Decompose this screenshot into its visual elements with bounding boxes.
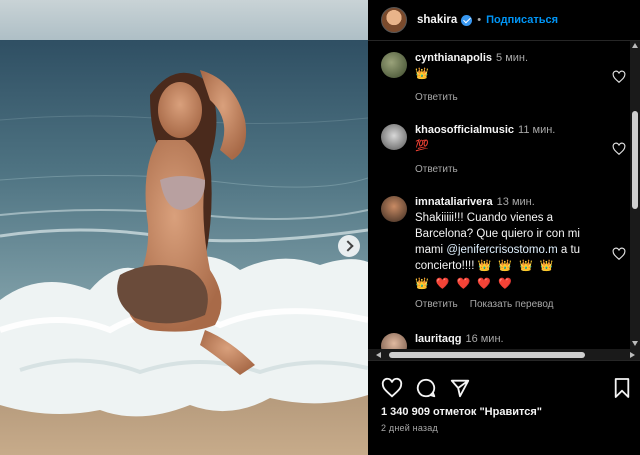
comment-icon[interactable]: [415, 377, 437, 399]
mention-link[interactable]: @jenifercrisostomo.m: [446, 244, 557, 256]
post-photo[interactable]: [0, 0, 368, 455]
post-header: shakira • Подписаться: [368, 0, 640, 41]
comment-like-heart-icon[interactable]: [612, 142, 626, 156]
comments-horizontal-scrollbar[interactable]: [368, 349, 640, 360]
carousel-next-button[interactable]: [338, 235, 360, 257]
commenter-avatar[interactable]: [381, 196, 407, 222]
comment-emoji-line: 👑 ❤️ ❤️ ❤️ ❤️: [415, 278, 514, 290]
comment-username[interactable]: lauritaqg: [415, 333, 461, 345]
beach-photo-image: [0, 0, 368, 455]
comments-vertical-scrollbar[interactable]: [630, 41, 640, 360]
heart-icon[interactable]: [381, 377, 403, 399]
scroll-right-arrow-icon[interactable]: [630, 352, 635, 358]
show-translation-button[interactable]: Показать перевод: [470, 299, 554, 310]
commenter-avatar[interactable]: [381, 52, 407, 78]
scrollbar-thumb[interactable]: [632, 111, 638, 209]
comment-username[interactable]: khaosofficialmusic: [415, 124, 514, 136]
reply-button[interactable]: Ответить: [415, 299, 458, 310]
reply-button[interactable]: Ответить: [415, 92, 458, 103]
post-footer: 1 340 909 отметок "Нравится" 2 дней наза…: [368, 360, 640, 455]
scrollbar-thumb[interactable]: [389, 352, 585, 358]
comment-time: 16 мин.: [465, 333, 504, 345]
commenter-avatar[interactable]: [381, 124, 407, 150]
author-username[interactable]: shakira: [417, 14, 457, 26]
comment-emoji: 👑 👑 👑 👑: [477, 260, 556, 272]
send-icon[interactable]: [449, 377, 471, 399]
comment-time: 13 мин.: [496, 196, 535, 208]
comment-text: Shakiiiii!!! Cuando vienes a Barcelona? …: [415, 210, 611, 274]
comment-username[interactable]: cynthianapolis: [415, 52, 492, 64]
comment-username[interactable]: imnataliarivera: [415, 196, 493, 208]
likes-count[interactable]: 1 340 909 отметок "Нравится": [381, 406, 542, 418]
post-detail-panel: shakira • Подписаться cynthianapolis 5 ми…: [368, 0, 640, 455]
commenter-avatar[interactable]: [381, 333, 407, 349]
follow-button[interactable]: Подписаться: [486, 14, 558, 26]
reply-button[interactable]: Ответить: [415, 164, 458, 175]
comment-time: 5 мин.: [496, 52, 529, 64]
comments-list: cynthianapolis 5 мин. 👑 Ответить khaosoff…: [368, 41, 640, 349]
action-icons: [381, 377, 631, 399]
scroll-down-arrow-icon[interactable]: [632, 341, 638, 346]
comment-time: 11 мин.: [518, 124, 556, 136]
comment-like-heart-icon[interactable]: [612, 70, 626, 84]
author-avatar[interactable]: [381, 7, 407, 33]
scroll-up-arrow-icon[interactable]: [632, 43, 638, 48]
scroll-left-arrow-icon[interactable]: [376, 352, 381, 358]
comment-like-heart-icon[interactable]: [612, 247, 626, 261]
verified-badge-icon: [461, 14, 473, 26]
separator-dot: •: [477, 14, 482, 26]
comment-text: 👑: [415, 68, 431, 80]
comment-text: 💯: [415, 140, 431, 152]
post-date[interactable]: 2 дней назад: [381, 423, 438, 433]
bookmark-icon[interactable]: [613, 377, 631, 399]
